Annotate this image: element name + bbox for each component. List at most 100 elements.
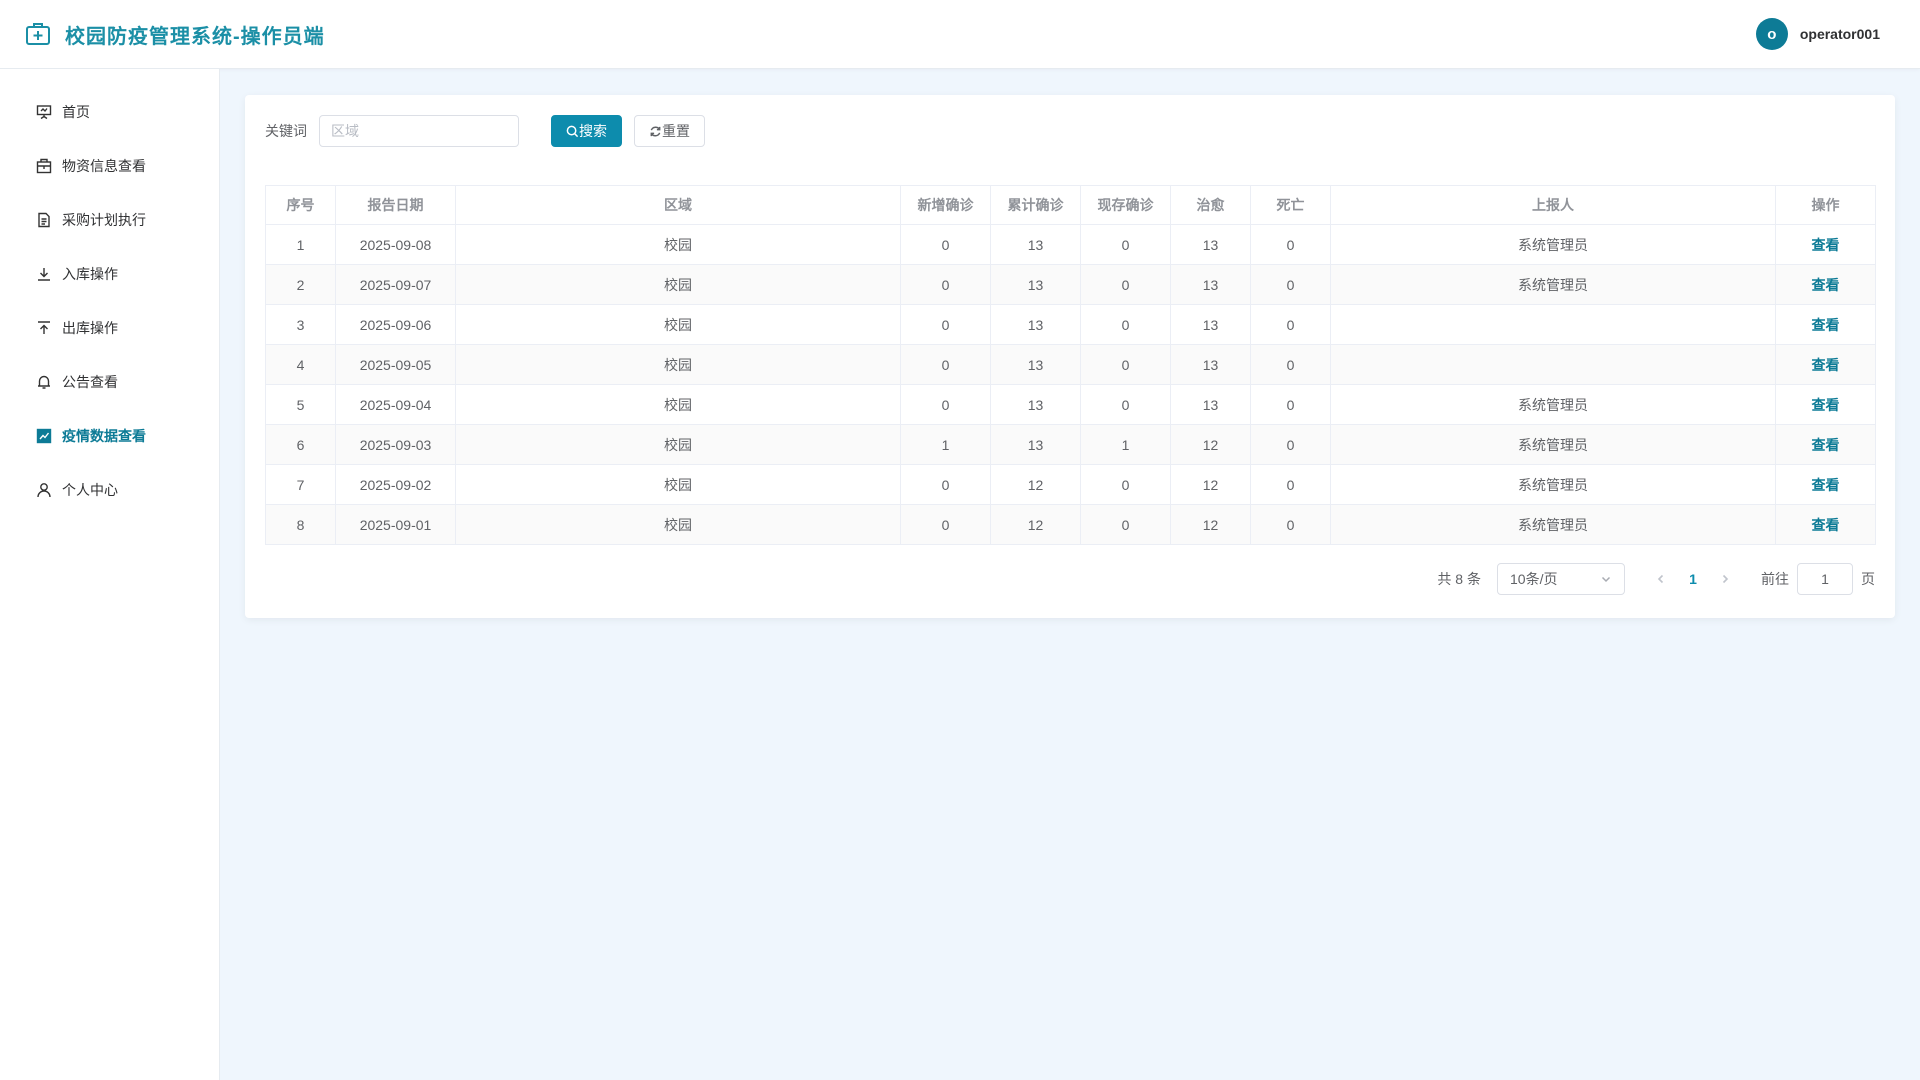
chevron-down-icon <box>1601 576 1611 583</box>
cell-actions: 查看 <box>1775 304 1876 345</box>
sidebar-item-home[interactable]: 首页 <box>0 85 219 139</box>
content-card: 关键词 搜索 重置 序号 报告日期 区域 新增确诊 累计确诊 现存确诊 治愈 <box>245 95 1895 618</box>
prev-page-button[interactable] <box>1645 563 1677 595</box>
cell-reporter: 系统管理员 <box>1330 384 1776 425</box>
page-number[interactable]: 1 <box>1677 571 1709 587</box>
goto-label: 前往 <box>1761 571 1789 587</box>
cell-new-confirmed: 0 <box>900 264 991 305</box>
search-bar: 关键词 搜索 重置 <box>265 115 705 147</box>
cell-actions: 查看 <box>1775 424 1876 465</box>
cell-index: 5 <box>265 384 336 425</box>
cell-reporter: 系统管理员 <box>1330 224 1776 265</box>
cell-deaths: 0 <box>1250 384 1331 425</box>
column-header: 上报人 <box>1330 185 1776 225</box>
cell-total-confirmed: 13 <box>990 384 1081 425</box>
table-row: 6 2025-09-03 校园 1 13 1 12 0 系统管理员 查看 <box>265 424 1876 465</box>
cell-recovered: 13 <box>1170 224 1251 265</box>
view-link[interactable]: 查看 <box>1812 477 1840 493</box>
column-header: 新增确诊 <box>900 185 991 225</box>
sidebar-item-label: 采购计划执行 <box>62 212 146 228</box>
cell-index: 6 <box>265 424 336 465</box>
view-link[interactable]: 查看 <box>1812 277 1840 293</box>
cell-index: 4 <box>265 344 336 385</box>
cell-reporter <box>1330 344 1776 385</box>
cell-region: 校园 <box>455 504 901 545</box>
presentation-board-icon <box>36 105 52 120</box>
cell-deaths: 0 <box>1250 224 1331 265</box>
goto-suffix: 页 <box>1861 571 1875 587</box>
cell-deaths: 0 <box>1250 504 1331 545</box>
app-logo: 校园防疫管理系统-操作员端 <box>25 20 325 49</box>
column-header: 序号 <box>265 185 336 225</box>
cell-total-confirmed: 13 <box>990 424 1081 465</box>
sidebar-item-label: 出库操作 <box>62 320 118 336</box>
upload-icon <box>38 321 50 334</box>
page-size-select[interactable]: 10条/页 <box>1497 563 1625 595</box>
cell-active-confirmed: 0 <box>1080 464 1171 505</box>
search-button[interactable]: 搜索 <box>551 115 622 147</box>
search-button-label: 搜索 <box>579 123 607 139</box>
sidebar-item-stock-in[interactable]: 入库操作 <box>0 247 219 301</box>
refresh-icon <box>650 126 661 136</box>
cell-total-confirmed: 12 <box>990 504 1081 545</box>
goto-page-input[interactable] <box>1797 563 1853 595</box>
cell-total-confirmed: 13 <box>990 224 1081 265</box>
sidebar-item-label: 公告查看 <box>62 374 118 390</box>
table-row: 7 2025-09-02 校园 0 12 0 12 0 系统管理员 查看 <box>265 464 1876 505</box>
table-header-row: 序号 报告日期 区域 新增确诊 累计确诊 现存确诊 治愈 死亡 上报人 操作 <box>265 185 1876 225</box>
reset-button[interactable]: 重置 <box>634 115 705 147</box>
cell-recovered: 13 <box>1170 264 1251 305</box>
column-header: 报告日期 <box>335 185 456 225</box>
view-link[interactable]: 查看 <box>1812 517 1840 533</box>
sidebar-item-label: 物资信息查看 <box>62 158 146 174</box>
user-menu[interactable]: o operator001 <box>1755 18 1880 50</box>
sidebar-item-label: 首页 <box>62 104 90 120</box>
view-link[interactable]: 查看 <box>1812 397 1840 413</box>
cell-recovered: 12 <box>1170 504 1251 545</box>
cell-index: 8 <box>265 504 336 545</box>
cell-active-confirmed: 1 <box>1080 424 1171 465</box>
avatar[interactable]: o <box>1755 18 1788 50</box>
column-header: 累计确诊 <box>990 185 1081 225</box>
next-page-button[interactable] <box>1709 563 1741 595</box>
cell-region: 校园 <box>455 224 901 265</box>
cell-new-confirmed: 0 <box>900 504 991 545</box>
cell-recovered: 13 <box>1170 344 1251 385</box>
cell-deaths: 0 <box>1250 264 1331 305</box>
sidebar-item-procurement[interactable]: 采购计划执行 <box>0 193 219 247</box>
cell-deaths: 0 <box>1250 344 1331 385</box>
cell-date: 2025-09-05 <box>335 344 456 385</box>
username[interactable]: operator001 <box>1800 26 1880 42</box>
view-link[interactable]: 查看 <box>1812 357 1840 373</box>
sidebar-item-stock-out[interactable]: 出库操作 <box>0 301 219 355</box>
reset-button-label: 重置 <box>662 123 690 139</box>
app-title: 校园防疫管理系统-操作员端 <box>65 25 325 48</box>
user-icon <box>37 483 51 498</box>
view-link[interactable]: 查看 <box>1812 317 1840 333</box>
cell-recovered: 13 <box>1170 384 1251 425</box>
sidebar-item-supplies[interactable]: 物资信息查看 <box>0 139 219 193</box>
download-icon <box>38 268 50 281</box>
cell-new-confirmed: 1 <box>900 424 991 465</box>
bell-icon <box>38 375 50 389</box>
view-link[interactable]: 查看 <box>1812 237 1840 253</box>
sidebar-item-announcements[interactable]: 公告查看 <box>0 355 219 409</box>
cell-deaths: 0 <box>1250 424 1331 465</box>
cell-reporter: 系统管理员 <box>1330 264 1776 305</box>
cell-reporter <box>1330 304 1776 345</box>
sidebar: 首页 物资信息查看 采购计划执行 入库操作 出库操作 公告查看 疫情数据查看 个… <box>0 69 220 1080</box>
cell-region: 校园 <box>455 304 901 345</box>
view-link[interactable]: 查看 <box>1812 437 1840 453</box>
cell-actions: 查看 <box>1775 464 1876 505</box>
table-row: 4 2025-09-05 校园 0 13 0 13 0 查看 <box>265 344 1876 385</box>
pagination: 共 8 条 10条/页 1 前往 页 <box>1437 563 1875 595</box>
cell-active-confirmed: 0 <box>1080 504 1171 545</box>
sidebar-item-epidemic-data[interactable]: 疫情数据查看 <box>0 409 219 463</box>
cell-active-confirmed: 0 <box>1080 304 1171 345</box>
cell-index: 3 <box>265 304 336 345</box>
sidebar-item-profile[interactable]: 个人中心 <box>0 463 219 517</box>
keyword-input[interactable] <box>319 115 519 147</box>
cell-reporter: 系统管理员 <box>1330 504 1776 545</box>
cell-date: 2025-09-08 <box>335 224 456 265</box>
cell-deaths: 0 <box>1250 464 1331 505</box>
